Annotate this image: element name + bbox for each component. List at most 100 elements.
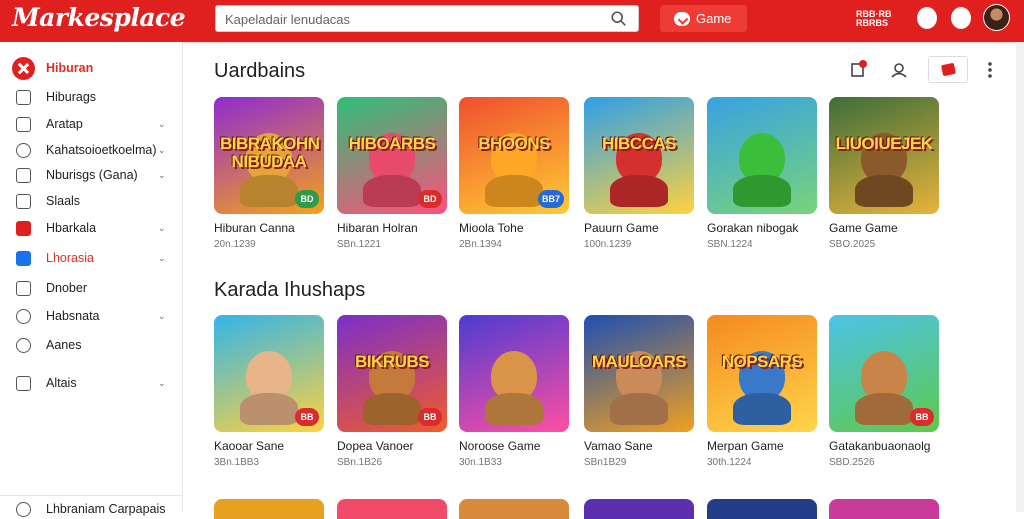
game-thumbnail[interactable] [459, 499, 569, 519]
game-card[interactable]: BB Kaooar Sane 3Bn.1BB3 [214, 315, 324, 468]
rating-badge: BB [418, 408, 442, 426]
game-card[interactable]: MAULOARS Vamao Sane SBn1B29 [584, 315, 694, 468]
game-thumbnail[interactable]: BB [214, 315, 324, 432]
game-title[interactable]: Vamao Sane [584, 439, 653, 453]
game-title[interactable]: Mioola Tohe [459, 221, 524, 235]
character-body [485, 175, 543, 207]
game-title[interactable]: Gorakan nibogak [707, 221, 798, 235]
clock-icon [16, 142, 31, 158]
game-title[interactable]: Dopea Vanoer [337, 439, 414, 453]
game-thumbnail[interactable]: NOPSARS [707, 315, 817, 432]
game-card[interactable]: HIBOARBS BD Hibaran Holran SBn.1221 [337, 97, 447, 250]
top-bar: Markesplace Kapeladair lenudacas Game RB… [0, 0, 1024, 42]
tag-icon [16, 167, 31, 183]
game-card[interactable]: LIUOIUEJEK Game Game SBO.2025 [829, 97, 939, 250]
game-thumbnail[interactable] [584, 499, 694, 519]
game-meta: 20n.1239 [214, 239, 256, 250]
sidebar-item-label: Dnober [46, 281, 87, 295]
sidebar-item[interactable]: Dnober [0, 275, 182, 301]
app-logo[interactable]: Markesplace [12, 3, 186, 32]
sidebar-item[interactable]: Altais ⌄ [0, 370, 182, 396]
chevron-down-icon[interactable]: ⌄ [158, 253, 166, 264]
more-options-icon[interactable] [988, 61, 992, 79]
cart-button[interactable] [928, 56, 968, 83]
game-card[interactable]: BB Gatakanbuaonaolg SBD.2526 [829, 315, 939, 468]
character-body [733, 393, 791, 425]
game-thumbnail[interactable]: BIBRAKOHN NIBUDAA BD [214, 97, 324, 214]
sidebar-item[interactable]: Aanes [0, 332, 182, 358]
search-input[interactable]: Kapeladair lenudacas [215, 5, 639, 32]
chevron-down-icon[interactable]: ⌄ [158, 311, 166, 322]
chevron-down-icon[interactable]: ⌄ [158, 119, 166, 130]
game-card[interactable]: Gorakan nibogak SBN.1224 [707, 97, 817, 250]
game-title[interactable]: Merpan Game [707, 439, 784, 453]
game-thumbnail[interactable] [459, 315, 569, 432]
bookmark-icon[interactable] [848, 60, 868, 80]
grid-icon [16, 89, 31, 105]
profile-icon[interactable] [889, 60, 909, 80]
close-icon [12, 56, 35, 80]
sidebar-item[interactable]: Aratap ⌄ [0, 111, 182, 137]
media-icon [16, 220, 31, 236]
game-card[interactable]: HIBCCAS Pauurn Game 100n.1239 [584, 97, 694, 250]
sidebar-item[interactable]: Lhorasia ⌄ [0, 245, 182, 271]
game-thumbnail[interactable] [337, 499, 447, 519]
game-thumbnail[interactable]: MAULOARS [584, 315, 694, 432]
avatar[interactable] [983, 4, 1010, 31]
game-thumbnail[interactable] [707, 97, 817, 214]
game-thumbnail[interactable]: BHOONS BB7 [459, 97, 569, 214]
game-meta: 30n.1B33 [459, 457, 502, 468]
game-thumbnail[interactable]: HIBCCAS [584, 97, 694, 214]
messages-icon[interactable] [951, 7, 971, 29]
game-title[interactable]: Hibaran Holran [337, 221, 418, 235]
chevron-down-icon[interactable]: ⌄ [158, 145, 166, 156]
chevron-down-icon[interactable]: ⌄ [158, 170, 166, 181]
sidebar-item[interactable]: Kahatsoioetkoelma) ⌄ [0, 137, 182, 163]
game-card[interactable]: BIBRAKOHN NIBUDAA BD Hiburan Canna 20n.1239 [214, 97, 324, 250]
game-card[interactable]: BHOONS BB7 Mioola Tohe 2Bn.1394 [459, 97, 569, 250]
chevron-down-icon[interactable]: ⌄ [158, 223, 166, 234]
game-meta: 30th.1224 [707, 457, 752, 468]
game-thumbnail[interactable]: LIUOIUEJEK [829, 97, 939, 214]
sidebar-item-label: Hiburan [46, 61, 94, 75]
game-card[interactable]: NOPSARS Merpan Game 30th.1224 [707, 315, 817, 468]
sidebar-item[interactable]: Hiburan [0, 55, 182, 81]
character-body [855, 393, 913, 425]
game-title[interactable]: Hiburan Canna [214, 221, 295, 235]
game-title[interactable]: Noroose Game [459, 439, 540, 453]
search-icon[interactable] [610, 10, 628, 28]
game-title[interactable]: Pauurn Game [584, 221, 659, 235]
sidebar-item[interactable]: Slaals [0, 188, 182, 214]
sidebar-item[interactable]: Habsnata ⌄ [0, 303, 182, 329]
game-title[interactable]: Gatakanbuaonaolg [829, 439, 930, 453]
game-thumbnail[interactable]: HIBOARBS BD [337, 97, 447, 214]
sidebar-item[interactable]: Nburisgs (Gana) ⌄ [0, 162, 182, 188]
game-thumbnail[interactable] [707, 499, 817, 519]
game-button[interactable]: Game [660, 5, 747, 32]
game-title[interactable]: Game Game [829, 221, 898, 235]
game-logo-text: BIKRUBS [355, 352, 429, 371]
character-body [363, 175, 421, 207]
game-card[interactable]: Noroose Game 30n.1B33 [459, 315, 569, 468]
sidebar-footer[interactable]: Lhbraniam Carpapais [0, 495, 182, 517]
game-thumbnail[interactable] [214, 499, 324, 519]
sidebar-item-label: Habsnata [46, 309, 100, 323]
notification-icon[interactable] [917, 7, 937, 29]
game-meta: SBn1B29 [584, 457, 627, 468]
sidebar-item[interactable]: Hiburags [0, 84, 182, 110]
game-title[interactable]: Kaooar Sane [214, 439, 284, 453]
game-logo-text: BHOONS [478, 134, 550, 153]
sidebar-item-label: Nburisgs (Gana) [46, 168, 138, 182]
chevron-down-icon[interactable]: ⌄ [158, 378, 166, 389]
sidebar-item[interactable]: Hbarkala ⌄ [0, 215, 182, 241]
game-meta: 2Bn.1394 [459, 239, 502, 250]
app-icon [16, 250, 31, 266]
game-card[interactable]: BIKRUBS BB Dopea Vanoer SBn.1B26 [337, 315, 447, 468]
sidebar-item-label: Lhorasia [46, 251, 94, 265]
game-button-label: Game [696, 11, 732, 26]
game-meta: SBn.1B26 [337, 457, 383, 468]
game-thumbnail[interactable]: BIKRUBS BB [337, 315, 447, 432]
scrollbar[interactable] [1016, 42, 1024, 512]
game-thumbnail[interactable] [829, 499, 939, 519]
game-thumbnail[interactable]: BB [829, 315, 939, 432]
